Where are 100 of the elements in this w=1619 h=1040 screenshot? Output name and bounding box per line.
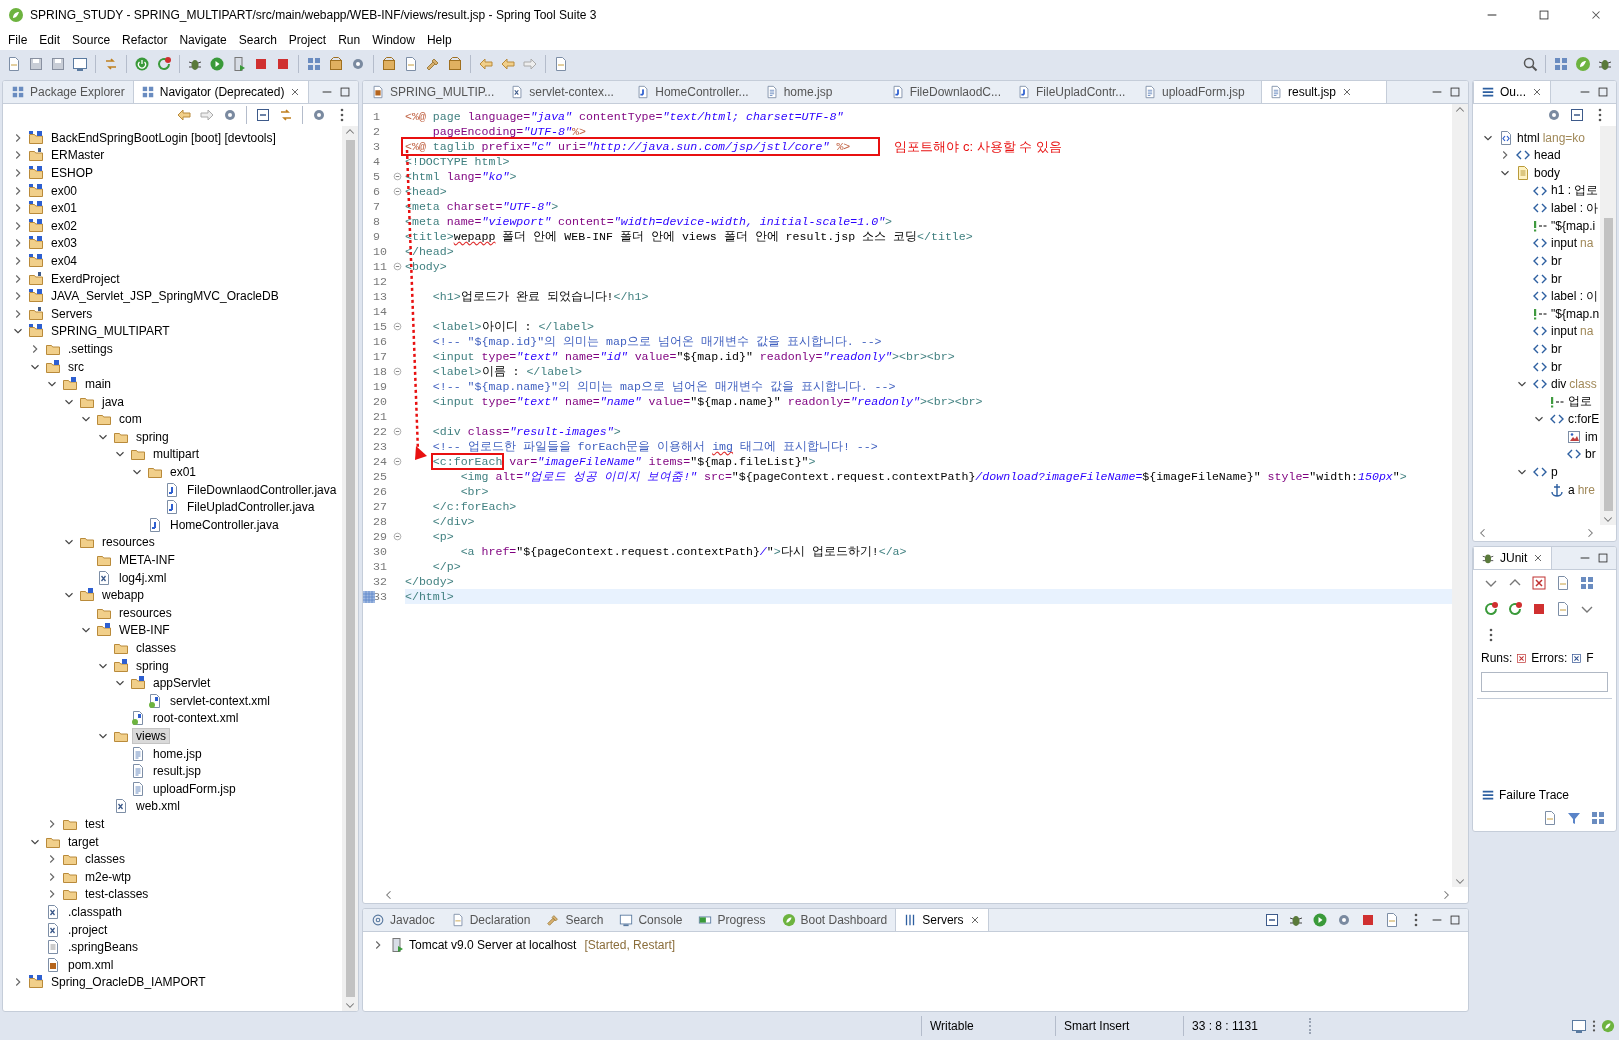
stop-icon[interactable]	[1360, 912, 1376, 928]
outline-item[interactable]: label : 이	[1551, 287, 1599, 305]
tree-item[interactable]: classes	[132, 640, 180, 656]
tree-item[interactable]: spring	[132, 657, 173, 674]
tab[interactable]: Boot Dashboard	[773, 909, 896, 931]
previous-icon[interactable]	[500, 56, 516, 72]
refresh-icon[interactable]	[156, 56, 172, 72]
outline-item[interactable]: "${map.n	[1551, 306, 1600, 321]
tree-item[interactable]: Spring_OracleDB_IAMPORT	[47, 974, 210, 991]
outline-item[interactable]: body	[1534, 166, 1561, 180]
menu-item[interactable]: Project	[282, 33, 333, 47]
menu-item[interactable]: File	[2, 33, 34, 47]
outline-item[interactable]: br	[1551, 271, 1562, 286]
tree-item[interactable]: ex03	[47, 235, 82, 252]
tree-item[interactable]: multipart	[149, 446, 203, 463]
tab[interactable]: Ou...	[1473, 81, 1551, 103]
close-icon[interactable]	[1531, 86, 1543, 98]
outline-item[interactable]: input	[1551, 236, 1578, 251]
back-icon[interactable]	[176, 107, 192, 123]
tab[interactable]: Progress	[690, 909, 774, 931]
outline-item[interactable]: div	[1551, 377, 1567, 392]
back-icon[interactable]	[478, 56, 494, 72]
tab[interactable]: Servers	[895, 909, 989, 931]
tab[interactable]: FileDownlaodC...	[882, 81, 1009, 103]
tree-item[interactable]: uploadForm.jsp	[149, 780, 240, 797]
collapse-all-icon[interactable]	[1569, 107, 1585, 123]
run-icon[interactable]	[209, 56, 225, 72]
tab[interactable]: HomeController...	[628, 81, 757, 103]
tab[interactable]: Navigator (Deprecated)	[132, 81, 310, 103]
rerun-icon[interactable]	[1483, 601, 1499, 617]
server-name[interactable]: Tomcat v9.0 Server at localhost	[409, 938, 577, 952]
tree-item[interactable]: test	[81, 815, 109, 832]
outline-item[interactable]: "${map.i	[1551, 218, 1596, 233]
tree-item[interactable]: test-classes	[81, 886, 153, 903]
outline-item[interactable]: head	[1534, 148, 1561, 163]
status-insert-mode[interactable]: Smart Insert	[1055, 1016, 1183, 1036]
outline-item[interactable]: input	[1551, 324, 1578, 339]
tree-item[interactable]: ex02	[47, 217, 82, 234]
outline-item[interactable]: h1 : 업로	[1551, 182, 1599, 200]
fold-icon[interactable]	[393, 532, 402, 541]
tree-item[interactable]: classes	[81, 851, 129, 868]
tree-item[interactable]: appServlet	[149, 675, 215, 692]
tree-item[interactable]: FileDownlaodController.java	[183, 481, 341, 498]
tree-item[interactable]: .project	[64, 921, 112, 938]
tree-item[interactable]: ERMaster	[47, 147, 109, 164]
fold-icon[interactable]	[393, 457, 402, 466]
monitor-icon[interactable]	[72, 56, 88, 72]
fold-icon[interactable]	[393, 187, 402, 196]
tree-item[interactable]: WEB-INF	[115, 622, 174, 639]
maximize-icon[interactable]	[1537, 8, 1551, 22]
tree-item[interactable]: ex01	[166, 464, 201, 481]
tree-item[interactable]: .settings	[64, 340, 117, 357]
tree-item[interactable]: Servers	[47, 305, 97, 322]
outline-item[interactable]: br	[1551, 359, 1562, 374]
tree-item[interactable]: pom.xml	[64, 956, 118, 973]
fold-icon[interactable]	[393, 367, 402, 376]
tree-item[interactable]: java	[98, 393, 128, 410]
maximize-icon[interactable]	[338, 85, 352, 99]
monitor-icon[interactable]	[1571, 1018, 1587, 1034]
new-file-icon[interactable]	[6, 56, 22, 72]
tab[interactable]: result.jsp	[1261, 81, 1387, 103]
fold-icon[interactable]	[393, 262, 402, 271]
link-icon[interactable]	[278, 107, 294, 123]
forward-icon[interactable]	[522, 56, 538, 72]
gear-icon[interactable]	[350, 56, 366, 72]
spring-icon[interactable]	[1575, 56, 1591, 72]
stop-icon[interactable]	[253, 56, 269, 72]
tree-item[interactable]: web.xml	[132, 798, 184, 815]
tab[interactable]: Console	[611, 909, 691, 931]
tab[interactable]: Javadoc	[363, 909, 443, 931]
menu-item[interactable]: Window	[366, 33, 421, 47]
scrollbar[interactable]	[342, 126, 358, 1011]
fold-icon[interactable]	[393, 172, 402, 181]
tab[interactable]: Declaration	[442, 909, 539, 931]
forward-icon[interactable]	[199, 107, 215, 123]
tree-item[interactable]: ESHOP	[47, 165, 97, 181]
power-icon[interactable]	[134, 56, 150, 72]
tree-item[interactable]: .classpath	[64, 903, 127, 920]
stop-icon[interactable]	[1531, 601, 1547, 617]
outline-item[interactable]: br	[1551, 253, 1562, 268]
tree-item[interactable]: FileUpladController.java	[183, 499, 319, 516]
outline-item[interactable]: im	[1585, 429, 1598, 444]
fold-icon[interactable]	[393, 322, 402, 331]
tree-item[interactable]: com	[115, 411, 146, 428]
tree-item[interactable]: JAVA_Servlet_JSP_SpringMVC_OracleDB	[47, 288, 283, 305]
link-icon[interactable]	[103, 56, 119, 72]
collapse-icon[interactable]	[1264, 912, 1280, 928]
maximize-icon[interactable]	[1448, 85, 1462, 99]
maximize-icon[interactable]	[1448, 913, 1462, 927]
tree-item[interactable]: webapp	[98, 587, 149, 604]
menu-item[interactable]: Source	[66, 33, 117, 47]
menu-item[interactable]: Edit	[33, 33, 67, 47]
tree-item[interactable]: m2e-wtp	[81, 868, 135, 885]
menu-item[interactable]: Navigate	[173, 33, 233, 47]
menu-item[interactable]: Run	[332, 33, 367, 47]
grid-icon[interactable]	[306, 56, 322, 72]
tree-item[interactable]: .springBeans	[64, 939, 143, 956]
tree-item[interactable]: result.jsp	[149, 763, 206, 780]
server-icon[interactable]	[231, 56, 247, 72]
tree-item[interactable]: root-context.xml	[149, 710, 243, 727]
